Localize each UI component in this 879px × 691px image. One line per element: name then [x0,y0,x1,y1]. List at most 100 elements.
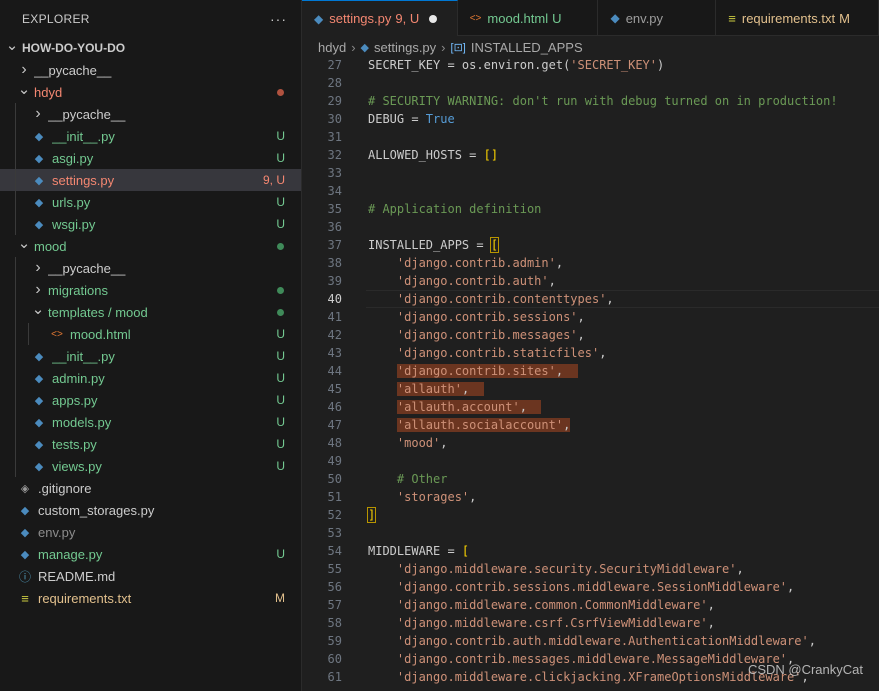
file-item[interactable]: ◆ models.py U [0,411,301,433]
folder-item[interactable]: ⌄ HOW-DO-YOU-DO [0,37,301,59]
tab-mood-html[interactable]: <> mood.html U [458,0,599,36]
folder-item[interactable]: › __pycache__ [0,257,301,279]
file-item[interactable]: ◆ urls.py U [0,191,301,213]
code-line: 35 # Application definition [302,200,879,218]
code-line: 51 'storages', [302,488,879,506]
info-icon: ⓘ [18,569,31,584]
chevron-right-icon: › [35,281,41,298]
more-actions-icon[interactable]: ··· [270,11,287,27]
code-token: ) [657,58,665,72]
code-token: , [563,418,571,432]
code-text: 'django.middleware.security.SecurityMidd… [368,560,744,578]
code-line: 31 [302,128,879,146]
code-token: 'django.middleware.common.CommonMiddlewa… [396,598,708,612]
file-item[interactable]: ◆ manage.py U [0,543,301,565]
tab-requirements-txt[interactable]: ≡ requirements.txt M [716,0,879,36]
code-line: 34 [302,182,879,200]
line-number: 59 [327,634,342,648]
file-item[interactable]: ◆ wsgi.py U [0,213,301,235]
folder-item[interactable]: › migrations [0,279,301,301]
folder-item[interactable]: › __pycache__ [0,103,301,125]
code-token: 'django.contrib.admin' [396,256,556,270]
tree-item-label: models.py [52,414,112,430]
tree-item-label: mood [34,238,67,254]
code-token: # SECURITY WARNING: don't run with debug… [368,94,838,108]
code-token: , [707,616,715,630]
status-dot-icon [277,308,284,316]
unsaved-dot-icon[interactable] [429,14,438,23]
code-text: 'storages', [368,488,476,506]
breadcrumb-symbol[interactable]: INSTALLED_APPS [471,40,583,55]
chevron-right-icon: › [441,39,446,55]
tree-item-label: hdyd [34,84,63,100]
code-text: 'django.contrib.sessions.middleware.Sess… [368,578,794,596]
code-text: 'mood', [368,434,448,452]
git-status-badge: U [276,217,285,231]
file-item[interactable]: ◆ settings.py 9, U [0,169,301,191]
file-item[interactable]: ◆ admin.py U [0,367,301,389]
tree-item-label: HOW-DO-YOU-DO [22,41,126,55]
folder-item[interactable]: ⌄ templates / mood [0,301,301,323]
code-token: , [736,562,744,576]
breadcrumb-file[interactable]: settings.py [374,40,436,55]
python-icon: ◆ [34,152,44,165]
file-item[interactable]: ◆ asgi.py U [0,147,301,169]
tree-item-label: wsgi.py [52,216,96,232]
code-text: 'django.middleware.csrf.CsrfViewMiddlewa… [368,614,715,632]
code-token: 'django.contrib.messages.middleware.Mess… [396,652,788,666]
file-item[interactable]: ◆ env.py [0,521,301,543]
tree-item-label: __init__.py [52,128,115,144]
file-item[interactable]: ◆ apps.py U [0,389,301,411]
folder-item[interactable]: › __pycache__ [0,59,301,81]
line-number: 57 [327,598,342,612]
python-icon: ◆ [34,174,44,187]
line-number: 41 [327,310,342,324]
tree-item-label: tests.py [52,436,97,452]
code-text: # Application definition [368,200,541,218]
git-status-badge: U [276,349,285,363]
file-item[interactable]: ≡ requirements.txt M [0,587,301,609]
tree-item-label: templates / mood [48,304,148,320]
file-item[interactable]: ◆ tests.py U [0,433,301,455]
file-item[interactable]: ◆ __init__.py U [0,125,301,147]
code-line: 45 'allauth', [302,380,879,398]
file-item[interactable]: ◆ __init__.py U [0,345,301,367]
code-line: 41 'django.contrib.sessions', [302,308,879,326]
code-text: 'allauth', [368,380,484,398]
file-item[interactable]: ◆ custom_storages.py [0,499,301,521]
tab-env-py[interactable]: ◆ env.py [598,0,717,36]
file-item[interactable]: ◆ views.py U [0,455,301,477]
code-token: , [555,256,564,270]
code-text: # Other [368,470,448,488]
line-number: 58 [327,616,342,630]
code-token: 'allauth' [396,382,462,396]
file-item[interactable]: ⓘ README.md [0,565,301,587]
tree-item-label: README.md [38,568,116,584]
git-status-badge: U [276,415,285,429]
file-item[interactable]: ◈ .gitignore [0,477,301,499]
code-line: 59 'django.contrib.auth.middleware.Authe… [302,632,879,650]
python-icon: ◆ [34,416,44,429]
line-number: 60 [327,652,342,666]
code-line: 58 'django.middleware.csrf.CsrfViewMiddl… [302,614,879,632]
code-line: 56 'django.contrib.sessions.middleware.S… [302,578,879,596]
folder-item[interactable]: ⌄ hdyd [0,81,301,103]
breadcrumb-folder[interactable]: hdyd [318,40,346,55]
code-text: 'django.contrib.auth.middleware.Authenti… [368,632,816,650]
editor-area: ◆ settings.py 9, U <> mood.html U ◆ env.py ≡ requ… [302,0,879,691]
file-item[interactable]: <> mood.html U [0,323,301,345]
git-status-badge: U [276,371,285,385]
code-line: 38 'django.contrib.admin', [302,254,879,272]
tab-settings-py[interactable]: ◆ settings.py 9, U [302,0,458,36]
code-text: 'django.middleware.common.CommonMiddlewa… [368,596,715,614]
line-number: 50 [327,472,342,486]
code-line: 36 [302,218,879,236]
git-status-badge: U [276,393,285,407]
folder-item[interactable]: ⌄ mood [0,235,301,257]
python-icon: ◆ [34,130,44,143]
code-token: , [606,292,614,306]
